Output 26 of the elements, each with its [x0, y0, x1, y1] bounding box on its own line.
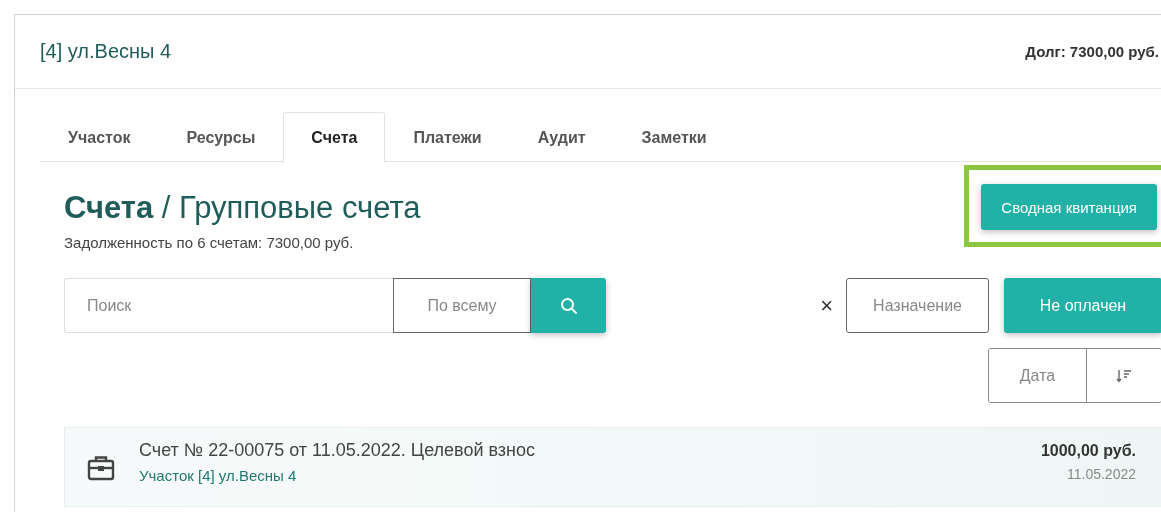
- invoice-date: 11.05.2022: [1066, 466, 1136, 482]
- sort-descending-icon: [1116, 367, 1132, 384]
- tab[interactable]: Платежи: [385, 112, 510, 162]
- invoice-plot-link[interactable]: Участок [4] ул.Весны 4: [139, 467, 297, 484]
- invoice-row[interactable]: Счет № 22-00075 от 11.05.2022. Целевой взнос Участок [4] ул.Весны 4 1000,00 руб. 11.05.2022: [64, 427, 1161, 507]
- debt-total: Долг: 7300,00 руб.: [1025, 43, 1159, 60]
- tab[interactable]: Счета: [283, 112, 386, 162]
- debt-summary: Задолженность по 6 счетам: 7300,00 руб.: [64, 234, 355, 251]
- search-icon: [559, 296, 578, 315]
- scope-select[interactable]: По всему: [393, 278, 531, 333]
- tab[interactable]: Ресурсы: [158, 112, 284, 162]
- title-separator: /: [161, 190, 171, 225]
- tab[interactable]: Заметки: [613, 112, 735, 162]
- invoice-title: Счет № 22-00075 от 11.05.2022. Целевой взнос: [139, 440, 537, 461]
- search-button[interactable]: [531, 278, 606, 333]
- clear-filter-button[interactable]: ×: [812, 292, 842, 319]
- briefcase-icon: [87, 455, 115, 481]
- tab[interactable]: Участок: [40, 112, 159, 162]
- sort-field-select[interactable]: Дата: [989, 349, 1087, 402]
- purpose-filter[interactable]: Назначение: [846, 278, 989, 333]
- invoice-amount: 1000,00 руб.: [1040, 442, 1136, 460]
- search-field[interactable]: Поиск: [64, 278, 393, 333]
- page-subtitle: Групповые счета: [179, 190, 421, 225]
- tab[interactable]: Аудит: [509, 112, 614, 162]
- page-title: Счета: [64, 190, 154, 225]
- plot-title: [4] ул.Весны 4: [40, 40, 172, 63]
